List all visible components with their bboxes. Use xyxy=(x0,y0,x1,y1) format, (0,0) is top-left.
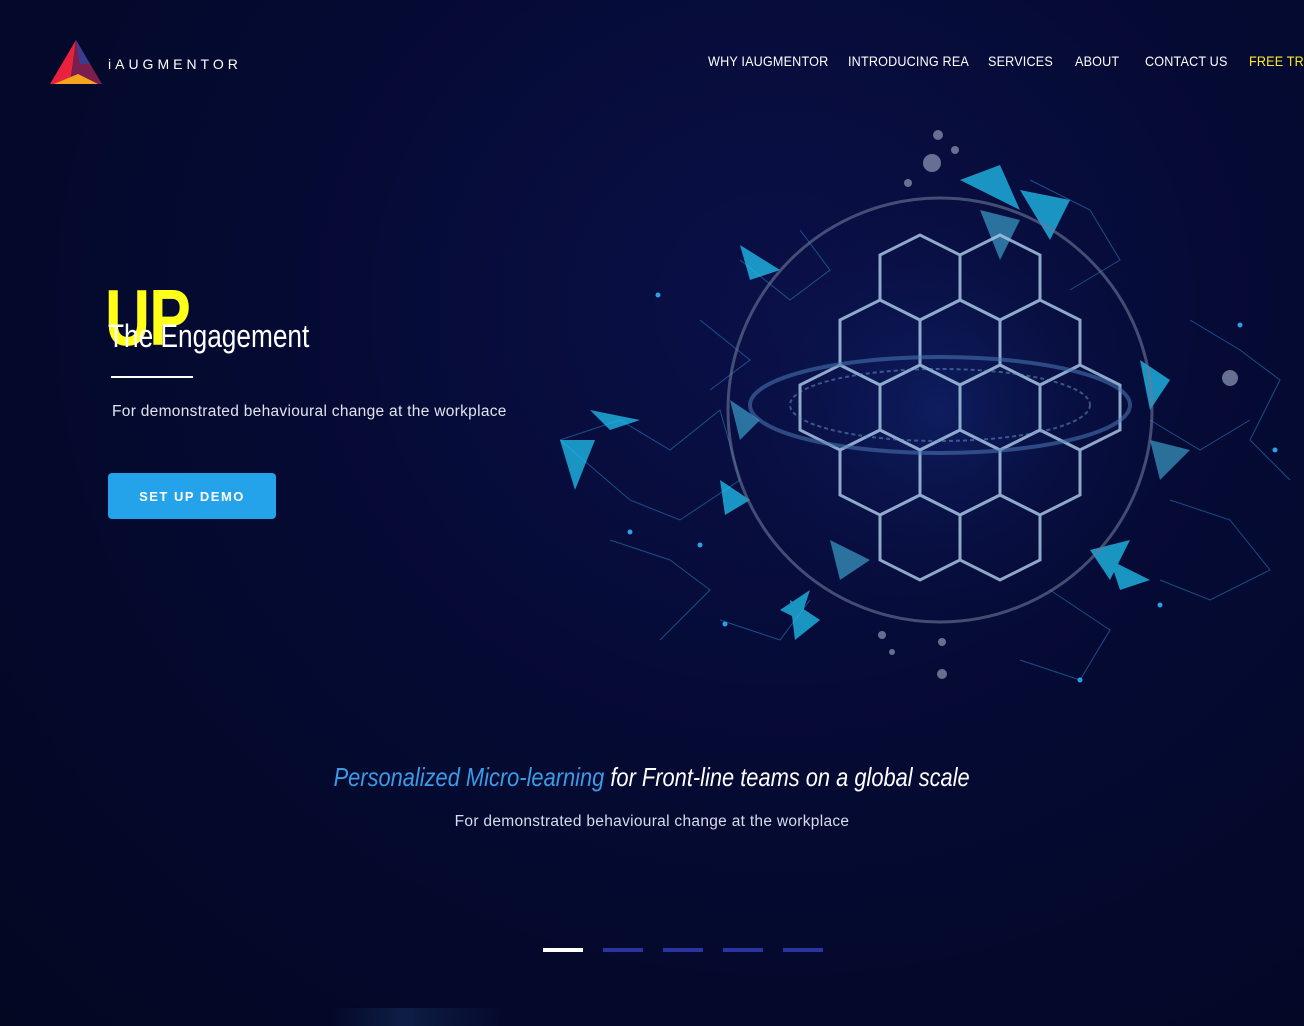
slider-dot-4[interactable] xyxy=(723,948,763,952)
nav-item-about[interactable]: ABOUT xyxy=(1075,53,1138,69)
slider-dot-5[interactable] xyxy=(783,948,823,952)
site-header: iAUGMENTOR WHY IAUGMENTOR INTRODUCING RE… xyxy=(0,0,1304,120)
tagline-rest: for Front-line teams on a global scale xyxy=(610,762,971,792)
tagline-accent: Personalized Micro-learning xyxy=(333,762,605,792)
main-nav: WHY IAUGMENTOR INTRODUCING REA SERVICES … xyxy=(708,53,1304,69)
slider-dot-2[interactable] xyxy=(603,948,643,952)
brand-logo[interactable]: iAUGMENTOR xyxy=(50,40,242,86)
hero-globe-illustration xyxy=(550,120,1304,700)
nav-item-why-iaugmentor[interactable]: WHY IAUGMENTOR xyxy=(708,53,834,69)
brand-name: iAUGMENTOR xyxy=(108,56,242,72)
hero-description: For demonstrated behavioural change at t… xyxy=(112,403,507,420)
set-up-demo-button[interactable]: SET UP DEMO xyxy=(108,473,276,519)
network-globe-graphic xyxy=(559,130,1291,683)
triangle-logo-icon xyxy=(50,40,102,84)
nav-item-free-trial[interactable]: FREE TRIA xyxy=(1249,53,1304,69)
section-tagline: Personalized Micro-learning for Front-li… xyxy=(0,762,1304,793)
slider-pagination xyxy=(543,948,823,952)
nav-item-contact-us[interactable]: CONTACT US xyxy=(1145,53,1239,69)
slider-dot-1[interactable] xyxy=(543,948,583,952)
nav-item-introducing-rea[interactable]: INTRODUCING REA xyxy=(848,53,974,69)
hero-subtitle: The Engagement xyxy=(108,318,310,354)
nav-item-services[interactable]: SERVICES xyxy=(988,53,1066,69)
section-description: For demonstrated behavioural change at t… xyxy=(454,813,850,830)
bottom-decoration xyxy=(330,1008,510,1026)
slider-dot-3[interactable] xyxy=(663,948,703,952)
hero-divider xyxy=(111,376,193,378)
